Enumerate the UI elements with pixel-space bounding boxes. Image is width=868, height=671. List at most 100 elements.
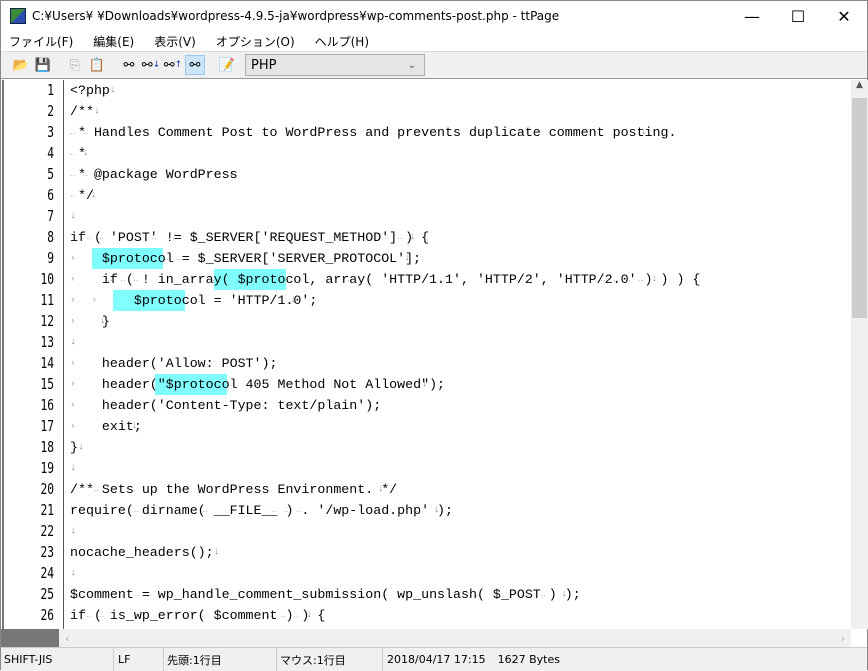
code-line[interactable]: 12 › ↓ } xyxy=(4,311,851,332)
code-line[interactable]: 1 ↓ <?php xyxy=(4,80,851,101)
toolbar: 📂 💾 ⎘ 📋 ⚯ ⚯ ↓ ⚯ ↑ ⚯ 📝 PHP ⌄ xyxy=(1,52,867,79)
code-line[interactable]: 5‥ ‥ ‥ ↓ * @package WordPress xyxy=(4,164,851,185)
paste-icon[interactable]: 📋 xyxy=(87,55,107,75)
scroll-left-icon[interactable]: ‹ xyxy=(65,632,69,645)
line-number: 19 xyxy=(40,459,54,477)
line-number: 7 xyxy=(47,207,54,225)
code-text: exit; xyxy=(70,419,142,434)
open-folder-icon[interactable]: 📂 xyxy=(11,55,31,75)
code-text: */ xyxy=(70,188,94,203)
code-line[interactable]: 10› ‥ ‥ ‥ ‥ ‥ ‥ ‥ ‥ ‥ ‥ ‥ ‥ ↓ if ( ! in_… xyxy=(4,269,851,290)
maximize-button[interactable]: ☐ xyxy=(775,1,821,31)
line-number: 11 xyxy=(40,291,54,309)
save-icon[interactable]: 💾 xyxy=(33,55,53,75)
code-line[interactable]: 26 ‥ ‥ ‥ ‥ ‥ ‥ ↓if ( is_wp_error( $comme… xyxy=(4,605,851,626)
status-mouse-line: マウス:1行目 xyxy=(277,648,383,671)
vertical-scrollbar[interactable]: ▲ xyxy=(851,80,868,629)
whitespace-markers: ↓ xyxy=(70,568,77,579)
code-line[interactable]: 6‥ ↓ */ xyxy=(4,185,851,206)
code-line[interactable]: 3‥ ‥ ‥ ‥ ‥ ‥ ‥ ‥ ‥ ‥ ‥ ↓ * Handles Comme… xyxy=(4,122,851,143)
line-number: 22 xyxy=(40,522,54,540)
find-icon[interactable]: ⚯ xyxy=(119,55,139,75)
line-number: 1 xyxy=(47,81,54,99)
code-editor[interactable]: 1 ↓<?php2 ↓/**3‥ ‥ ‥ ‥ ‥ ‥ ‥ ‥ ‥ ‥ ‥ ↓ *… xyxy=(2,80,851,629)
whitespace-markers: ↓ xyxy=(70,526,77,537)
window-title: C:¥Users¥ ¥Downloads¥wordpress-4.9.5-ja¥… xyxy=(32,9,560,23)
title-bar: C:¥Users¥ ¥Downloads¥wordpress-4.9.5-ja¥… xyxy=(1,1,867,31)
code-text: } xyxy=(70,314,110,329)
line-number: 6 xyxy=(47,186,54,204)
line-number: 15 xyxy=(40,375,54,393)
code-line[interactable]: 8 ‥ ‥ ‥ ‥ ‥ ‥ ↓if ( 'POST' != $_SERVER['… xyxy=(4,227,851,248)
code-line[interactable]: 16› ‥ ↓ header('Content-Type: text/plain… xyxy=(4,395,851,416)
line-number: 2 xyxy=(47,102,54,120)
whitespace-markers: ↓ xyxy=(70,211,77,222)
code-line[interactable]: 19 ↓ xyxy=(4,458,851,479)
menu-file[interactable]: ファイル(F) xyxy=(9,33,73,50)
code-text: nocache_headers(); xyxy=(70,545,214,560)
line-number: 13 xyxy=(40,333,54,351)
status-bar: SHIFT-JIS LF 先頭:1行目 マウス:1行目 2018/04/17 1… xyxy=(1,647,867,671)
whitespace-markers: ↓ xyxy=(70,463,77,474)
code-line[interactable]: 20 ‥ ‥ ‥ ‥ ‥ ‥ ↓/** Sets up the WordPres… xyxy=(4,479,851,500)
code-line[interactable]: 14› ‥ ↓ header('Allow: POST'); xyxy=(4,353,851,374)
line-number: 21 xyxy=(40,501,54,519)
code-line[interactable]: 7 ↓ xyxy=(4,206,851,227)
code-line[interactable]: 17 › ↓ exit; xyxy=(4,416,851,437)
code-line[interactable]: 25 ‥ ‥ ‥ ‥ ‥ ‥ ↓$comment = wp_handle_com… xyxy=(4,584,851,605)
line-number: 12 xyxy=(40,312,54,330)
menu-help[interactable]: ヘルプ(H) xyxy=(315,33,369,50)
line-number: 8 xyxy=(47,228,54,246)
line-number: 20 xyxy=(40,480,54,498)
code-text: header('Allow: POST'); xyxy=(70,356,278,371)
status-top-line: 先頭:1行目 xyxy=(164,648,277,671)
line-number: 5 xyxy=(47,165,54,183)
find-next-icon[interactable]: ⚯ ↓ xyxy=(141,55,161,75)
code-text: $protocol = $_SERVER['SERVER_PROTOCOL']; xyxy=(70,251,422,266)
scroll-corner xyxy=(1,629,59,647)
scrollbar-thumb[interactable] xyxy=(852,98,867,318)
code-text: } xyxy=(70,440,78,455)
code-text: require( dirname( __FILE__ ) . '/wp-load… xyxy=(70,503,454,518)
code-line[interactable]: 21 ‥ ‥ ‥ ‥ ‥ ‥ ↓require( dirname( __FILE… xyxy=(4,500,851,521)
line-number: 18 xyxy=(40,438,54,456)
code-text: $protocol = 'HTTP/1.0'; xyxy=(70,293,318,308)
chevron-down-icon: ⌄ xyxy=(407,59,416,71)
language-value: PHP xyxy=(251,57,277,73)
menu-edit[interactable]: 編集(E) xyxy=(93,33,134,50)
find-previous-icon[interactable]: ⚯ ↑ xyxy=(163,55,183,75)
line-number: 25 xyxy=(40,585,54,603)
status-eol: LF xyxy=(114,648,164,671)
scroll-right-icon[interactable]: › xyxy=(841,632,845,645)
menu-options[interactable]: オプション(O) xyxy=(216,33,295,50)
code-text: header("$protocol 405 Method Not Allowed… xyxy=(70,377,446,392)
minimize-button[interactable]: — xyxy=(729,1,775,31)
code-line[interactable]: 2 ↓/** xyxy=(4,101,851,122)
code-line[interactable]: 13 ↓ xyxy=(4,332,851,353)
code-line[interactable]: 23 ↓ nocache_headers(); xyxy=(4,542,851,563)
code-text: <?php xyxy=(70,83,110,98)
code-line[interactable]: 18 ↓} xyxy=(4,437,851,458)
close-button[interactable]: ✕ xyxy=(821,1,867,31)
code-text: if ( ! in_array( $protocol, array( 'HTTP… xyxy=(70,272,701,287)
find-highlight-icon[interactable]: ⚯ xyxy=(185,55,205,75)
menu-view[interactable]: 表示(V) xyxy=(154,33,196,50)
code-text: if ( is_wp_error( $comment ) ) { xyxy=(70,608,326,623)
edit-icon[interactable]: 📝 xyxy=(217,55,237,75)
horizontal-scrollbar[interactable]: ‹ › xyxy=(59,629,851,647)
code-line[interactable]: 4‥ ↓ * xyxy=(4,143,851,164)
copy-icon[interactable]: ⎘ xyxy=(65,55,85,75)
line-number: 10 xyxy=(40,270,54,288)
code-line[interactable]: 9› ‥ ‥ ↓ $protocol = $_SERVER['SERVER_PR… xyxy=(4,248,851,269)
scroll-up-icon[interactable]: ▲ xyxy=(851,80,868,90)
whitespace-markers: ↓ xyxy=(70,337,77,348)
language-select[interactable]: PHP ⌄ xyxy=(245,54,425,76)
code-line[interactable]: 15› ‥ ‥ ‥ ‥ ↓ header("$protocol 405 Meth… xyxy=(4,374,851,395)
line-number: 9 xyxy=(47,249,54,267)
code-line[interactable]: 11›› ‥ ‥ ↓ $protocol = 'HTTP/1.0'; xyxy=(4,290,851,311)
code-line[interactable]: 24 ↓ xyxy=(4,563,851,584)
code-line[interactable]: 22 ↓ xyxy=(4,521,851,542)
code-text: * Handles Comment Post to WordPress and … xyxy=(70,125,677,140)
code-text: /** Sets up the WordPress Environment. *… xyxy=(70,482,398,497)
status-datetime: 2018/04/17 17:15 xyxy=(387,653,486,666)
